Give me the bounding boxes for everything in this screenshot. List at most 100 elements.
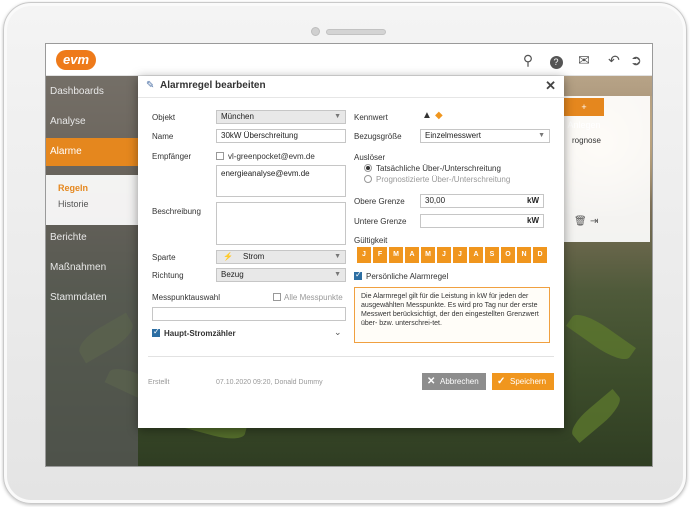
month-jan[interactable]: J	[357, 247, 371, 263]
month-jul[interactable]: J	[453, 247, 467, 263]
corn-leaf	[566, 307, 636, 367]
sparte-select[interactable]: ⚡ Strom ▼	[216, 250, 346, 264]
obere-grenze-input[interactable]: 30,00 kW	[420, 194, 544, 208]
chevron-down-icon: ▼	[334, 253, 341, 260]
bezugsgroesse-label: Bezugsgröße	[354, 132, 402, 141]
logo-text: evm	[62, 52, 90, 67]
name-input[interactable]: 30kW Überschreitung	[216, 129, 346, 143]
mail-icon[interactable]: ✉	[576, 52, 592, 68]
add-button-label: Anlegen	[567, 120, 601, 130]
empfaenger-checkbox[interactable]	[216, 152, 224, 160]
add-button[interactable]: + Anlegen	[564, 98, 604, 130]
cancel-label: Abbrechen	[440, 377, 479, 386]
power-plug-icon: ⚡	[223, 252, 233, 261]
messpunktauswahl-label: Messpunktauswahl	[152, 293, 221, 302]
month-feb[interactable]: F	[373, 247, 387, 263]
empfaenger-label: Empfänger	[152, 152, 192, 161]
evm-logo[interactable]: evm	[56, 50, 96, 70]
month-mar[interactable]: M	[389, 247, 403, 263]
close-icon[interactable]: ✕	[545, 78, 556, 94]
obere-grenze-unit: kW	[527, 196, 539, 205]
month-nov[interactable]: N	[517, 247, 531, 263]
objekt-label: Objekt	[152, 113, 176, 122]
logout-icon[interactable]: ➲	[628, 52, 644, 68]
sparte-label: Sparte	[152, 253, 176, 262]
ausloeser-radio-prognostiziert[interactable]	[364, 175, 372, 183]
chevron-down-icon: ▼	[334, 271, 341, 278]
save-label: Speichern	[510, 377, 547, 386]
alle-messpunkte-checkbox[interactable]	[273, 293, 281, 301]
nav-label: Berichte	[50, 232, 87, 243]
corn-leaf	[566, 389, 626, 443]
sidebar-item-analyse[interactable]: Analyse	[46, 108, 138, 136]
edit-alarm-rule-dialog: ✎ Alarmregel bearbeiten ✕ Objekt München…	[138, 76, 564, 428]
month-sep[interactable]: S	[485, 247, 499, 263]
ausloeser-label: Auslöser	[354, 153, 386, 162]
sidebar-item-stammdaten[interactable]: Stammdaten	[46, 284, 138, 312]
beschreibung-label: Beschreibung	[152, 207, 201, 216]
ausloeser-radio-tatsaechlich[interactable]	[364, 164, 372, 172]
chevron-down-icon[interactable]: ⌄	[334, 327, 342, 338]
close-icon: ✕	[427, 376, 436, 387]
month-dec[interactable]: D	[533, 247, 547, 263]
save-button[interactable]: ✓ Speichern	[492, 373, 554, 390]
haupt-stromzaehler-checkbox[interactable]	[152, 327, 160, 337]
month-oct[interactable]: O	[501, 247, 515, 263]
sidebar-item-massnahmen[interactable]: Maßnahmen	[46, 254, 138, 282]
persoenlich-label: Persönliche Alarmregel	[366, 272, 449, 281]
objekt-select[interactable]: München ▼	[216, 110, 346, 124]
dialog-header: ✎ Alarmregel bearbeiten ✕	[138, 76, 564, 98]
bezugsgroesse-select[interactable]: Einzelmesswert ▼	[420, 129, 550, 143]
tablet-frame: evm ⚲ ? ✉ ↶ ➲ Dashboards Analyse Alarme …	[3, 2, 687, 504]
chart-kennwert-icon[interactable]: ▲	[422, 110, 432, 121]
subnav-item-historie[interactable]: Historie	[58, 199, 89, 209]
cancel-button[interactable]: ✕ Abbrechen	[422, 373, 486, 390]
messpunkt-search-input[interactable]	[152, 307, 346, 321]
beschreibung-textarea[interactable]	[216, 202, 346, 245]
prognose-kennwert-icon[interactable]: ◆	[435, 110, 443, 121]
camera	[311, 27, 320, 36]
subnav-item-regeln[interactable]: Regeln	[58, 183, 88, 193]
checkmark-icon: ✓	[497, 376, 506, 387]
pencil-icon: ✎	[146, 80, 155, 91]
undo-icon[interactable]: ↶	[606, 52, 622, 68]
sidebar-subnav: Regeln Historie	[46, 175, 138, 225]
sidebar-item-berichte[interactable]: Berichte	[46, 224, 138, 252]
sidebar-item-dashboards[interactable]: Dashboards	[46, 78, 138, 106]
nav-label: Stammdaten	[50, 292, 107, 303]
month-apr[interactable]: A	[405, 247, 419, 263]
alle-messpunkte-label: Alle Messpunkte	[284, 293, 343, 302]
untere-grenze-label: Untere Grenze	[354, 217, 407, 226]
search-icon[interactable]: ⚲	[520, 52, 536, 68]
erstellt-label: Erstellt	[148, 379, 170, 386]
kennwert-label: Kennwert	[354, 113, 388, 122]
delete-icon[interactable]: 🗑	[574, 216, 587, 227]
ausloeser-option-prognostiziert: Prognostizierte Über-/Unterschreitung	[376, 175, 511, 184]
empfaenger-textarea[interactable]: energieanalyse@evm.de	[216, 165, 346, 197]
nav-label: Analyse	[50, 116, 86, 127]
month-jun[interactable]: J	[437, 247, 451, 263]
info-box: Die Alarmregel gilt für die Leistung in …	[354, 287, 550, 343]
objekt-value: München	[221, 112, 254, 121]
export-icon[interactable]: ⇥	[590, 216, 598, 227]
sidebar-item-alarme[interactable]: Alarme	[46, 138, 138, 166]
nav-label: Maßnahmen	[50, 262, 107, 273]
gueltigkeit-label: Gültigkeit	[354, 236, 388, 245]
sparte-value: Strom	[243, 252, 265, 261]
persoenlich-checkbox[interactable]	[354, 270, 362, 280]
untere-grenze-input[interactable]: kW	[420, 214, 544, 228]
tree-item-haupt-stromzaehler[interactable]: Haupt-Stromzähler	[164, 329, 236, 338]
name-label: Name	[152, 132, 174, 141]
divider	[148, 356, 554, 357]
obere-grenze-value: 30,00	[425, 196, 446, 205]
month-may[interactable]: M	[421, 247, 435, 263]
screen: evm ⚲ ? ✉ ↶ ➲ Dashboards Analyse Alarme …	[45, 43, 653, 467]
nav-label: Alarme	[50, 146, 82, 157]
help-icon[interactable]: ?	[548, 52, 564, 69]
month-aug[interactable]: A	[469, 247, 483, 263]
app-header: evm ⚲ ? ✉ ↶ ➲	[46, 44, 652, 76]
empfaenger-option: vl-greenpocket@evm.de	[228, 152, 315, 161]
richtung-select[interactable]: Bezug ▼	[216, 268, 346, 282]
erstellt-value: 07.10.2020 09:20, Donald Dummy	[216, 379, 323, 386]
panel-text: rognose	[572, 136, 601, 145]
